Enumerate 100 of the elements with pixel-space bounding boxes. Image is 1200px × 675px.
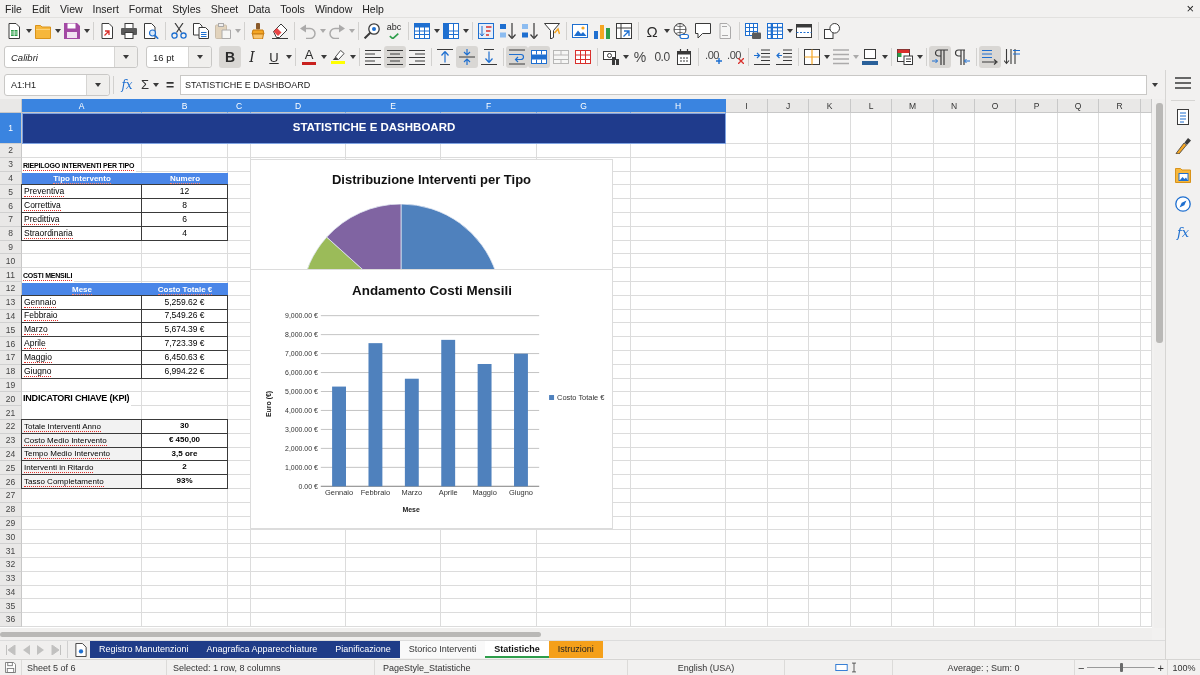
language-status[interactable]: English (USA) bbox=[677, 662, 735, 673]
pivot-table-button[interactable] bbox=[613, 20, 635, 42]
compass-icon[interactable] bbox=[1175, 196, 1191, 212]
row-header[interactable]: 26 bbox=[0, 475, 22, 489]
rows-button[interactable] bbox=[411, 20, 433, 42]
font-color-button[interactable]: A bbox=[298, 46, 320, 68]
print-button[interactable] bbox=[118, 20, 140, 42]
column-header[interactable]: P bbox=[1016, 99, 1058, 113]
caret-icon[interactable] bbox=[786, 29, 793, 33]
caret-icon[interactable] bbox=[54, 29, 61, 33]
autofilter-button[interactable] bbox=[541, 20, 563, 42]
caret-icon[interactable] bbox=[349, 55, 356, 59]
column-header[interactable]: E bbox=[346, 99, 441, 113]
columns-button[interactable] bbox=[440, 20, 462, 42]
column-header[interactable]: C bbox=[228, 99, 251, 113]
align-top-button[interactable] bbox=[434, 46, 456, 68]
column-header[interactable]: O bbox=[975, 99, 1016, 113]
row-header[interactable]: 36 bbox=[0, 613, 22, 627]
text-direction-button[interactable] bbox=[979, 46, 1001, 68]
column-header[interactable]: F bbox=[441, 99, 537, 113]
sheet-tab[interactable]: Registro Manutenzioni bbox=[90, 641, 198, 658]
add-decimal-button[interactable]: .00 bbox=[701, 46, 723, 68]
menu-item[interactable]: Window bbox=[309, 1, 358, 16]
close-document-button[interactable]: × bbox=[1186, 1, 1194, 16]
zoom-in-button[interactable]: + bbox=[1157, 661, 1164, 674]
row-header[interactable]: 20 bbox=[0, 392, 22, 407]
sum-button[interactable]: Σ bbox=[138, 75, 152, 94]
caret-icon[interactable] bbox=[95, 82, 101, 87]
caret-icon[interactable] bbox=[123, 55, 129, 59]
formula-input[interactable]: STATISTICHE E DASHBOARD bbox=[180, 74, 1147, 95]
align-center-button[interactable] bbox=[384, 46, 406, 68]
caret-icon[interactable] bbox=[320, 55, 327, 59]
menu-item[interactable]: Tools bbox=[275, 1, 310, 16]
row-header[interactable]: 10 bbox=[0, 254, 22, 269]
sheet-tab[interactable]: Istruzioni bbox=[548, 641, 603, 658]
font-name-field[interactable]: Calibri bbox=[4, 46, 138, 68]
percent-format-button[interactable]: % bbox=[629, 46, 651, 68]
caret-icon[interactable] bbox=[663, 29, 670, 33]
column-header[interactable]: K bbox=[809, 99, 851, 113]
caret-icon[interactable] bbox=[881, 55, 888, 59]
row-header[interactable]: 6 bbox=[0, 199, 22, 213]
freeze-button[interactable] bbox=[764, 20, 786, 42]
column-header[interactable]: R bbox=[1099, 99, 1141, 113]
formula-button[interactable]: = bbox=[164, 75, 176, 94]
caret-icon[interactable] bbox=[1152, 82, 1158, 87]
menu-item[interactable]: Sheet bbox=[205, 1, 244, 16]
column-header[interactable]: D bbox=[251, 99, 346, 113]
borders-button[interactable] bbox=[801, 46, 823, 68]
copy-button[interactable] bbox=[190, 20, 212, 42]
caret-icon[interactable] bbox=[83, 29, 90, 33]
decrease-indent-button[interactable] bbox=[773, 46, 795, 68]
sort-ascending-button[interactable] bbox=[497, 20, 519, 42]
font-size-field[interactable]: 16 pt bbox=[146, 46, 212, 68]
selection-mode-icon[interactable] bbox=[835, 664, 848, 671]
column-header[interactable]: G bbox=[537, 99, 631, 113]
spelling-button[interactable]: abc bbox=[383, 20, 405, 42]
number-format-button[interactable]: 0.0 bbox=[651, 46, 673, 68]
zoom-out-button[interactable]: − bbox=[1078, 661, 1085, 674]
italic-button[interactable]: I bbox=[241, 46, 263, 68]
caret-icon[interactable] bbox=[462, 29, 469, 33]
column-header[interactable]: B bbox=[142, 99, 228, 113]
page-style[interactable]: PageStyle_Statistiche bbox=[383, 662, 471, 673]
caret-icon[interactable] bbox=[916, 55, 923, 59]
row-header[interactable]: 21 bbox=[0, 406, 22, 420]
row-header[interactable]: 15 bbox=[0, 323, 22, 338]
caret-icon[interactable] bbox=[823, 55, 830, 59]
menu-item[interactable]: Styles bbox=[167, 1, 206, 16]
bold-button[interactable]: B bbox=[219, 46, 241, 68]
column-header[interactable]: J bbox=[768, 99, 809, 113]
increase-indent-button[interactable] bbox=[751, 46, 773, 68]
row-header[interactable]: 31 bbox=[0, 544, 22, 558]
column-header[interactable]: N bbox=[934, 99, 975, 113]
align-middle-button[interactable] bbox=[456, 46, 478, 68]
menu-item[interactable]: Format bbox=[123, 1, 168, 16]
delete-decimal-button[interactable]: .00 bbox=[723, 46, 745, 68]
functions-button[interactable]: fx bbox=[1176, 225, 1190, 241]
caret-icon[interactable] bbox=[25, 29, 32, 33]
menu-item[interactable]: Insert bbox=[87, 1, 124, 16]
menu-item[interactable]: View bbox=[55, 1, 88, 16]
row-header[interactable]: 25 bbox=[0, 461, 22, 476]
menu-item[interactable]: Edit bbox=[26, 1, 55, 16]
caret-icon[interactable] bbox=[285, 55, 292, 59]
slider-thumb[interactable] bbox=[1119, 663, 1123, 672]
column-header[interactable]: L bbox=[851, 99, 892, 113]
cut-button[interactable] bbox=[168, 20, 190, 42]
menu-icon[interactable] bbox=[1175, 77, 1191, 89]
hyperlink-button[interactable] bbox=[670, 20, 692, 42]
caret-icon[interactable] bbox=[433, 29, 440, 33]
caret-icon[interactable] bbox=[197, 55, 203, 59]
merge-center-button[interactable] bbox=[528, 46, 550, 68]
row-header[interactable]: 16 bbox=[0, 337, 22, 351]
row-header[interactable]: 2 bbox=[0, 144, 22, 158]
pencil-icon[interactable] bbox=[1175, 138, 1191, 154]
draw-functions-button[interactable] bbox=[821, 20, 843, 42]
gallery-icon[interactable] bbox=[1175, 167, 1191, 183]
sheet-tab[interactable]: Anagrafica Apparecchiature bbox=[197, 641, 327, 658]
row-header[interactable]: 35 bbox=[0, 599, 22, 614]
sort-descending-button[interactable] bbox=[519, 20, 541, 42]
row-header[interactable]: 1 bbox=[0, 113, 22, 144]
column-header[interactable]: H bbox=[631, 99, 726, 113]
